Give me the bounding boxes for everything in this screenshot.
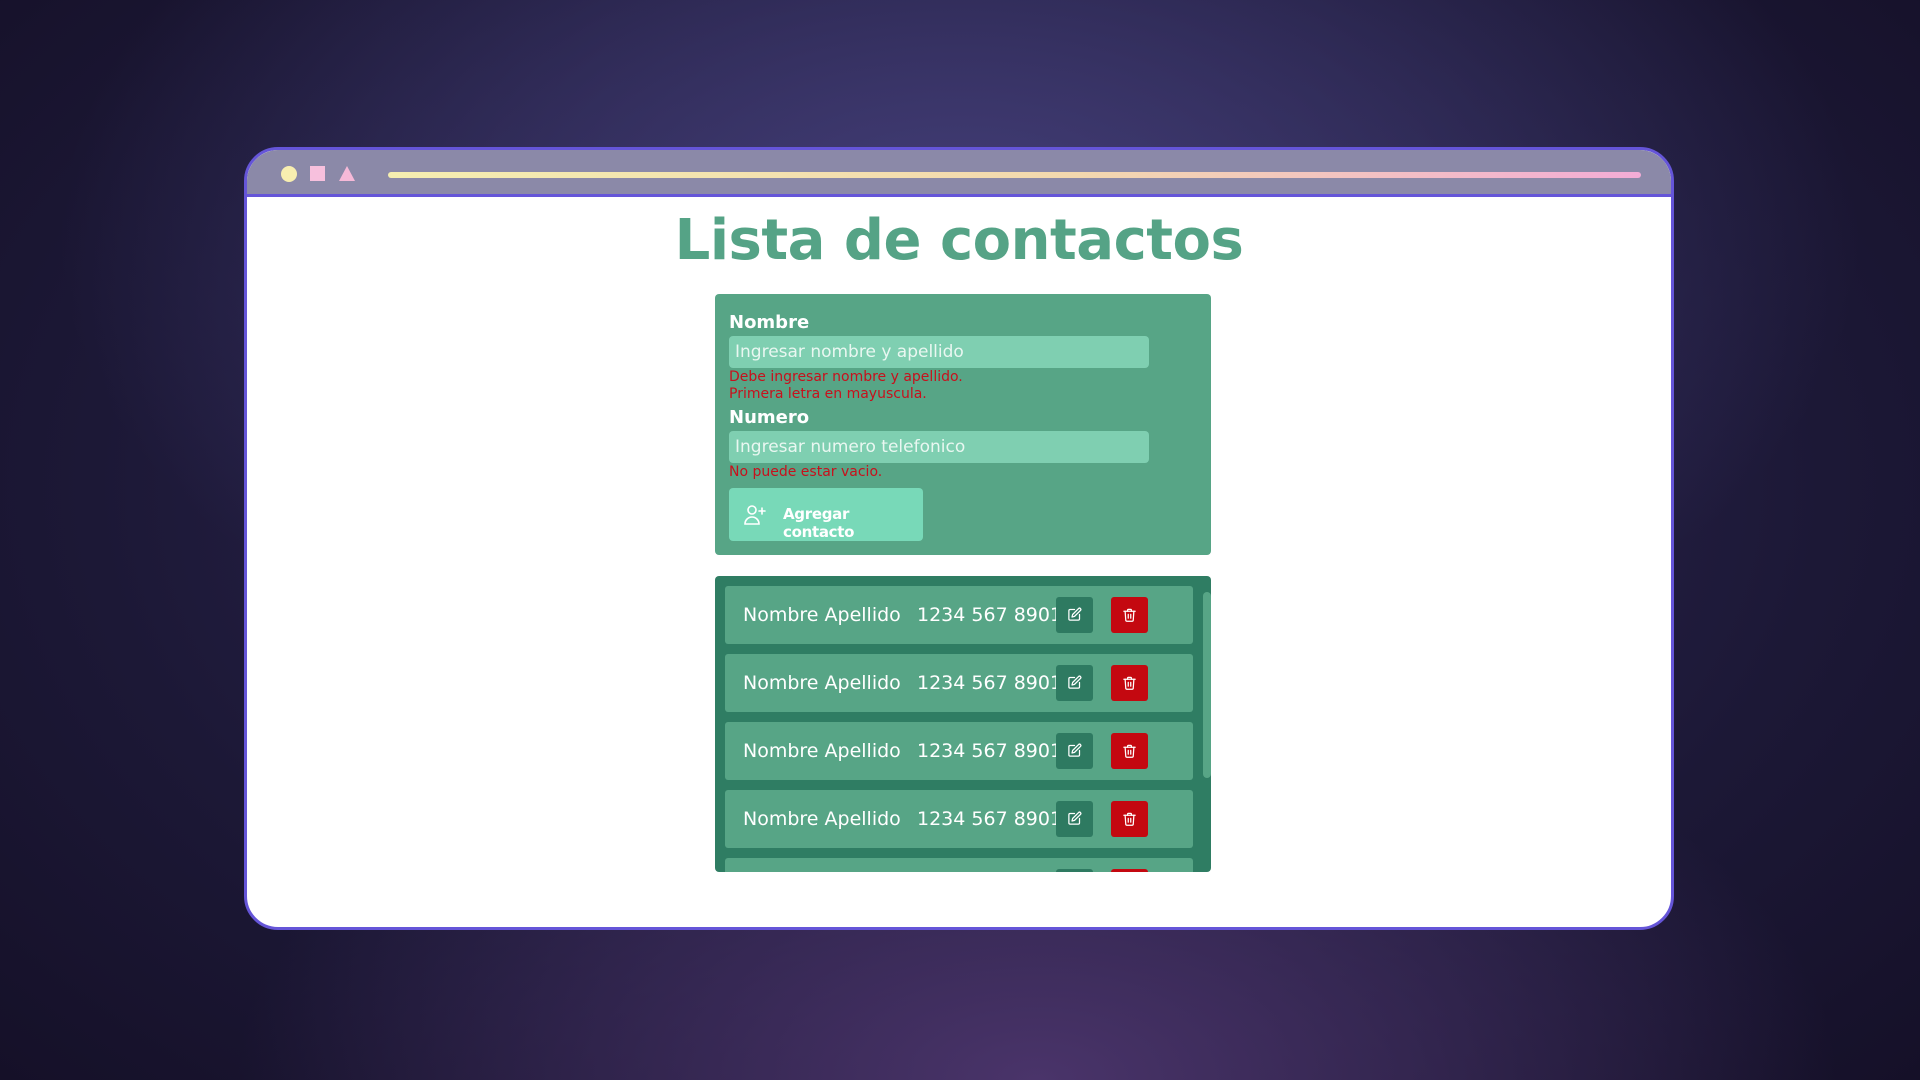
app-window: Lista de contactos Nombre Debe ingresar … — [244, 147, 1674, 930]
contact-row: Nombre Apellido 1234 567 8901 — [725, 586, 1193, 644]
contact-row: Nombre Apellido 1234 567 8901 — [725, 654, 1193, 712]
delete-contact-button[interactable] — [1111, 597, 1148, 633]
contact-list: Nombre Apellido 1234 567 8901 Nombre Apell… — [715, 576, 1211, 872]
delete-contact-button[interactable] — [1111, 801, 1148, 837]
contact-phone: 1234 567 8901 — [917, 672, 1063, 694]
number-label: Numero — [729, 407, 810, 428]
contact-name: Nombre Apellido — [743, 808, 901, 830]
contact-form: Nombre Debe ingresar nombre y apellido. … — [715, 294, 1211, 555]
edit-icon — [1068, 607, 1082, 621]
contact-row — [725, 858, 1193, 872]
triangle-icon — [339, 166, 355, 181]
contact-phone: 1234 567 8901 — [917, 808, 1063, 830]
square-icon — [310, 166, 325, 181]
trash-icon — [1123, 744, 1136, 758]
delete-contact-button[interactable] — [1111, 869, 1148, 872]
number-input[interactable] — [729, 431, 1149, 463]
name-label: Nombre — [729, 312, 810, 333]
trash-icon — [1123, 812, 1136, 826]
name-error-required: Debe ingresar nombre y apellido. — [729, 369, 963, 385]
contact-name: Nombre Apellido — [743, 740, 901, 762]
name-error-capital: Primera letra en mayuscula. — [729, 386, 927, 402]
delete-contact-button[interactable] — [1111, 665, 1148, 701]
contact-phone: 1234 567 8901 — [917, 740, 1063, 762]
edit-contact-button[interactable] — [1056, 733, 1093, 769]
contact-row: Nombre Apellido 1234 567 8901 — [725, 790, 1193, 848]
scrollbar-thumb[interactable] — [1203, 592, 1211, 778]
user-plus-icon — [744, 505, 766, 525]
edit-icon — [1068, 811, 1082, 825]
trash-icon — [1123, 676, 1136, 690]
contact-row: Nombre Apellido 1234 567 8901 — [725, 722, 1193, 780]
number-error: No puede estar vacio. — [729, 464, 883, 480]
circle-icon — [281, 166, 297, 182]
contact-list-items: Nombre Apellido 1234 567 8901 Nombre Apell… — [725, 586, 1193, 872]
edit-icon — [1068, 675, 1082, 689]
edit-contact-button[interactable] — [1056, 597, 1093, 633]
contact-phone: 1234 567 8901 — [917, 604, 1063, 626]
edit-contact-button[interactable] — [1056, 801, 1093, 837]
add-contact-label: Agregar contacto — [783, 505, 855, 541]
trash-icon — [1123, 608, 1136, 622]
scrollbar[interactable] — [1203, 592, 1211, 778]
name-input[interactable] — [729, 336, 1149, 368]
contact-name: Nombre Apellido — [743, 672, 901, 694]
add-contact-button[interactable]: Agregar contacto — [729, 488, 923, 541]
delete-contact-button[interactable] — [1111, 733, 1148, 769]
edit-contact-button[interactable] — [1056, 665, 1093, 701]
edit-contact-button[interactable] — [1056, 869, 1093, 872]
title-bar — [247, 150, 1671, 197]
title-bar-decoration — [388, 172, 1641, 178]
page-title: Lista de contactos — [674, 208, 1244, 273]
edit-icon — [1068, 743, 1082, 757]
contact-name: Nombre Apellido — [743, 604, 901, 626]
